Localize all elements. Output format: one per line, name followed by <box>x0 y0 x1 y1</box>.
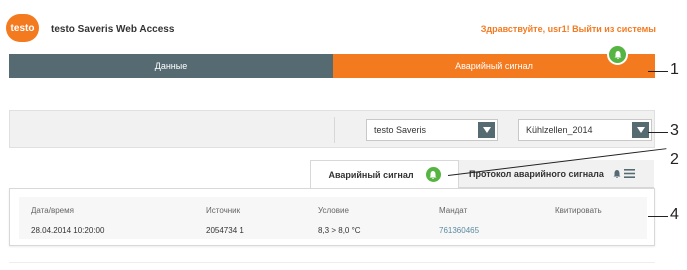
device-select[interactable]: testo Saveris <box>366 119 498 141</box>
device-select-value: testo Saveris <box>374 125 427 135</box>
username-link[interactable]: usr1 <box>548 24 567 34</box>
group-select[interactable]: Kühlzellen_2014 <box>518 119 652 141</box>
greeting: Здравствуйте, usr1! Выйти из системы <box>481 24 656 34</box>
nav-tab-alarm-label: Аварийный сигнал <box>455 61 533 71</box>
bell-list-icon <box>612 169 635 179</box>
greeting-separator: ! <box>566 24 570 34</box>
chevron-down-icon[interactable] <box>478 122 495 138</box>
nav-tab-data[interactable]: Данные <box>9 54 333 78</box>
callout-line-4 <box>648 216 668 217</box>
bell-icon <box>425 167 441 182</box>
callout-number-4: 4 <box>670 206 679 223</box>
column-header-source[interactable]: Источник <box>206 206 240 215</box>
alarm-table-panel: Дата/время Источник Условие Мандат Квити… <box>9 188 655 246</box>
bell-icon <box>607 44 628 65</box>
callout-number-3: 3 <box>670 122 679 139</box>
footer-divider <box>9 262 655 263</box>
cell-condition: 8,3 > 8,0 °C <box>318 226 361 235</box>
callout-line-1 <box>648 71 668 72</box>
main-nav: Данные Аварийный сигнал <box>9 44 655 78</box>
group-select-value: Kühlzellen_2014 <box>526 125 593 135</box>
callout-number-1: 1 <box>670 61 679 78</box>
column-header-mandate[interactable]: Мандат <box>439 206 467 215</box>
filter-divider <box>334 117 335 143</box>
filter-panel: testo Saveris Kühlzellen_2014 <box>9 110 655 148</box>
callout-line-3 <box>648 132 668 133</box>
cell-mandate-link[interactable]: 761360465 <box>439 226 479 235</box>
alarm-tabs: Аварийный сигнал Протокол аварийного сиг… <box>310 160 654 188</box>
column-header-condition[interactable]: Условие <box>318 206 349 215</box>
nav-tab-data-label: Данные <box>154 61 188 71</box>
cell-datetime: 28.04.2014 10:20:00 <box>31 226 105 235</box>
alarm-table: Дата/время Источник Условие Мандат Квити… <box>19 197 647 239</box>
tab-alarm[interactable]: Аварийный сигнал <box>310 160 459 188</box>
app-title: testo Saveris Web Access <box>51 24 175 35</box>
header: testo testo Saveris Web Access Здравству… <box>0 0 687 54</box>
cell-source: 2054734 1 <box>206 226 244 235</box>
column-header-datetime[interactable]: Дата/время <box>31 206 74 215</box>
tab-alarm-protocol[interactable]: Протокол аварийного сигнала <box>459 160 654 188</box>
testo-logo[interactable]: testo <box>6 14 39 42</box>
callout-number-2: 2 <box>670 151 679 168</box>
tab-alarm-label: Аварийный сигнал <box>328 169 414 180</box>
greeting-text: Здравствуйте, <box>480 24 546 34</box>
nav-tab-alarm[interactable]: Аварийный сигнал <box>333 44 655 78</box>
column-header-acknowledge[interactable]: Квитировать <box>555 206 602 215</box>
chevron-down-icon[interactable] <box>632 122 649 138</box>
logout-link[interactable]: Выйти из системы <box>572 24 656 34</box>
